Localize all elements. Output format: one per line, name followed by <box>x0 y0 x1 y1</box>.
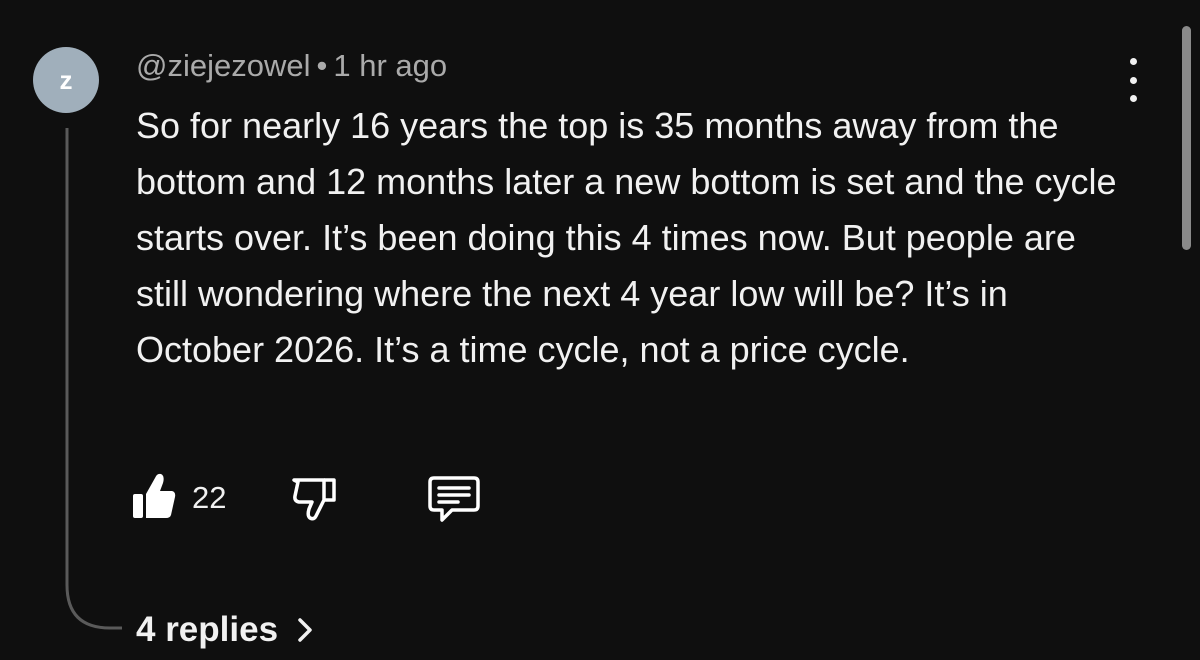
comment-header: @ziejezowel • 1 hr ago <box>136 48 447 84</box>
more-vertical-icon[interactable] <box>1118 58 1148 102</box>
avatar[interactable]: z <box>33 47 99 113</box>
scrollbar[interactable] <box>1182 26 1191 250</box>
like-count: 22 <box>192 480 227 515</box>
comment-text: So for nearly 16 years the top is 35 mon… <box>136 105 1117 370</box>
separator-dot: • <box>316 48 328 83</box>
comment-thread: z @ziejezowel • 1 hr ago So for nearly 16 … <box>0 0 1200 660</box>
username-link[interactable]: @ziejezowel <box>136 48 310 83</box>
chevron-right-icon <box>298 618 312 642</box>
comment-icon[interactable] <box>426 472 482 524</box>
thumbs-down-icon[interactable] <box>288 472 340 524</box>
timestamp[interactable]: 1 hr ago <box>333 48 447 83</box>
replies-button[interactable]: 4 replies <box>136 610 314 650</box>
thumbs-up-icon[interactable] <box>130 470 178 522</box>
replies-label: 4 replies <box>136 610 279 649</box>
avatar-letter: z <box>59 64 73 95</box>
